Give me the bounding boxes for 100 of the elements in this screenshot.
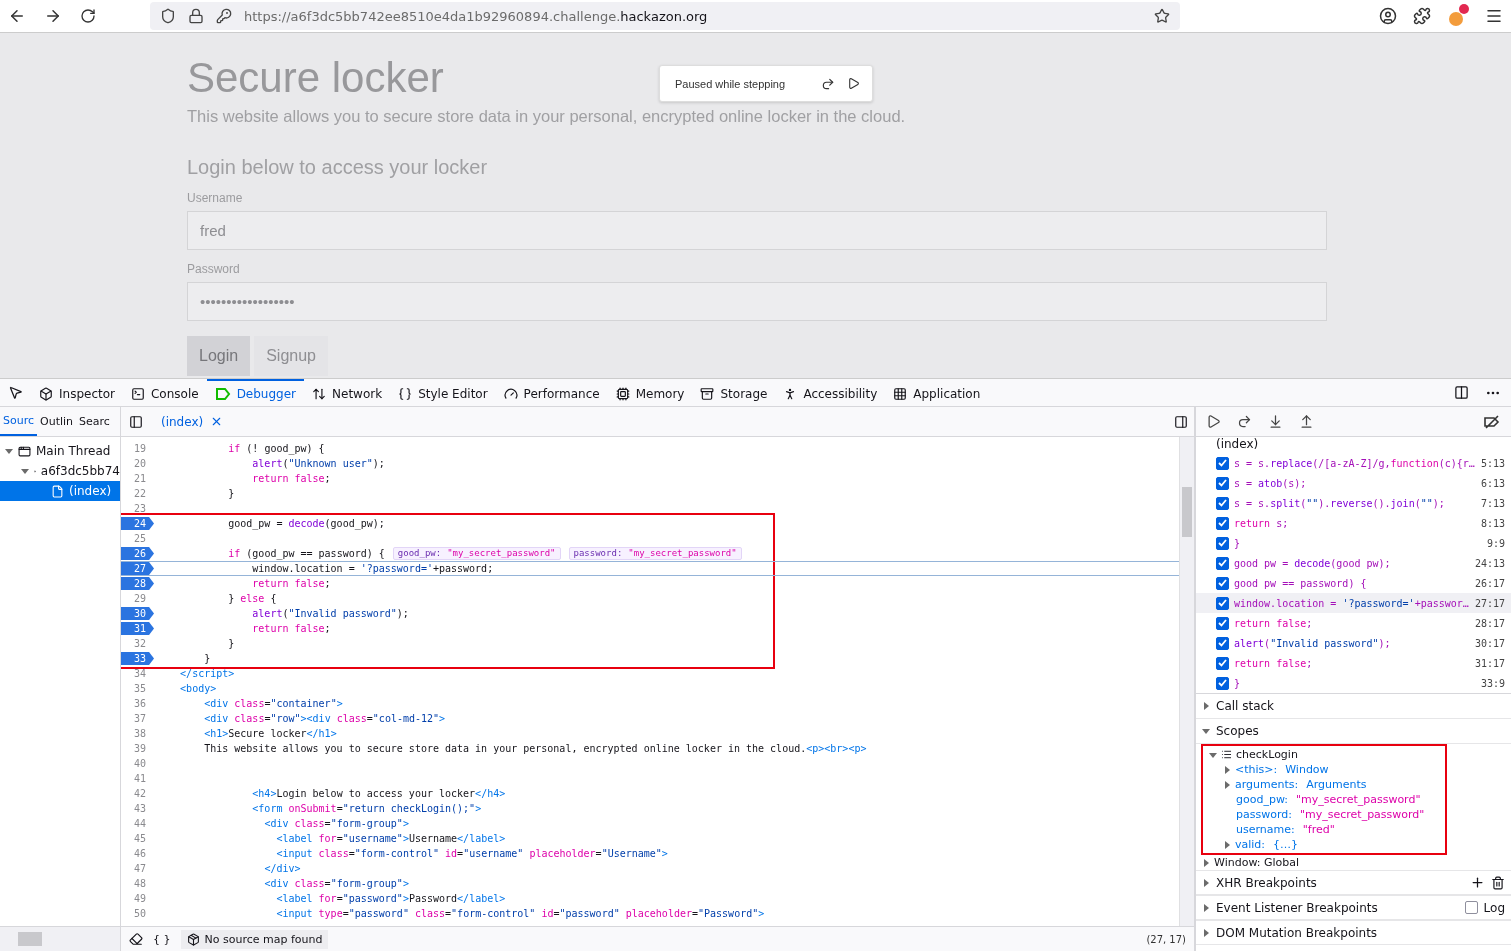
source-map-button[interactable]: No source map found bbox=[180, 929, 329, 949]
panel-header[interactable]: Event Listener Breakpoints Log bbox=[1196, 895, 1511, 920]
sources-tab[interactable]: Searc bbox=[76, 407, 113, 436]
breakpoint-item[interactable]: good_pw = decode(good_pw); 24:13 bbox=[1196, 553, 1511, 573]
sources-tab[interactable]: Sourc bbox=[0, 407, 37, 436]
resume-icon[interactable] bbox=[847, 77, 860, 90]
scope-variable[interactable]: arguments: Arguments bbox=[1203, 777, 1445, 792]
checkbox[interactable] bbox=[1216, 556, 1229, 570]
source-tree-item[interactable]: a6f3dc5bb74 bbox=[0, 461, 120, 481]
devtools-tab[interactable]: Memory bbox=[607, 379, 693, 406]
checkbox[interactable] bbox=[1216, 516, 1229, 530]
resume-icon[interactable] bbox=[1206, 414, 1221, 429]
panel-toggle-icon[interactable] bbox=[129, 414, 143, 429]
expand-arrow-icon[interactable] bbox=[1202, 858, 1210, 867]
breakpoint-item[interactable]: s = atob(s); 6:13 bbox=[1196, 473, 1511, 493]
expand-arrow-icon[interactable] bbox=[1202, 702, 1210, 710]
devtools-tab[interactable]: Network bbox=[304, 379, 391, 406]
expand-arrow-icon[interactable] bbox=[1202, 878, 1210, 887]
breakpoint-item[interactable]: return false; 31:17 bbox=[1196, 653, 1511, 673]
scope-variable[interactable]: valid: {…} bbox=[1203, 837, 1445, 852]
expand-arrow-icon[interactable] bbox=[1202, 928, 1210, 937]
breakpoint-item[interactable]: } 9:9 bbox=[1196, 533, 1511, 553]
scope-name[interactable]: Window: Global bbox=[1196, 855, 1511, 870]
expand-arrow-icon[interactable] bbox=[1202, 727, 1210, 735]
checkbox[interactable] bbox=[1216, 576, 1229, 590]
pretty-icon[interactable] bbox=[129, 932, 143, 946]
forward-icon[interactable] bbox=[44, 7, 62, 25]
breakpoint-marker[interactable]: 30 bbox=[121, 607, 154, 620]
expand-arrow-icon[interactable] bbox=[21, 467, 29, 475]
call-stack-header[interactable]: Call stack bbox=[1196, 694, 1511, 719]
devtools-tab[interactable]: Performance bbox=[495, 379, 608, 406]
scope-variable[interactable]: username: "fred" bbox=[1203, 822, 1445, 837]
breakpoint-item[interactable]: good_pw == password) { 26:17 bbox=[1196, 573, 1511, 593]
reload-icon[interactable] bbox=[80, 8, 96, 24]
menu-icon[interactable] bbox=[1485, 7, 1503, 25]
checkbox[interactable] bbox=[1216, 616, 1229, 630]
scopes-header[interactable]: Scopes bbox=[1196, 719, 1511, 744]
panel-toggle-icon[interactable] bbox=[1174, 414, 1188, 429]
checkbox[interactable] bbox=[1216, 536, 1229, 550]
breakpoint-item[interactable]: s = s.split("").reverse().join(""); 7:13 bbox=[1196, 493, 1511, 513]
scrollbar-thumb[interactable] bbox=[1182, 487, 1192, 537]
scrollbar-thumb[interactable] bbox=[18, 932, 42, 946]
checkbox[interactable] bbox=[1464, 901, 1478, 914]
editor-tab[interactable]: (index) bbox=[151, 407, 234, 436]
checkbox[interactable] bbox=[1216, 596, 1229, 610]
expand-arrow-icon[interactable] bbox=[1202, 903, 1210, 912]
star-icon[interactable] bbox=[1154, 8, 1170, 24]
expand-arrow-icon[interactable] bbox=[1223, 840, 1231, 849]
account-icon[interactable] bbox=[1379, 7, 1397, 25]
shield-icon[interactable] bbox=[160, 8, 176, 24]
devtools-tab[interactable]: Accessibility bbox=[775, 379, 886, 406]
devtools-tab[interactable]: Inspector bbox=[31, 379, 123, 406]
checkbox[interactable] bbox=[1216, 456, 1229, 470]
scope-variable[interactable]: good_pw: "my_secret_password" bbox=[1203, 792, 1445, 807]
scope-name[interactable]: checkLogin bbox=[1203, 747, 1445, 762]
expand-arrow-icon[interactable] bbox=[5, 447, 13, 455]
breakpoint-item[interactable]: } 33:9 bbox=[1196, 673, 1511, 693]
expand-arrow-icon[interactable] bbox=[1223, 765, 1231, 774]
back-icon[interactable] bbox=[8, 7, 26, 25]
breakpoint-item[interactable]: window.location = '?password='+passwor… 27:17 bbox=[1196, 593, 1511, 613]
key-icon[interactable] bbox=[216, 8, 232, 24]
deactivate-breakpoints-icon[interactable] bbox=[1483, 414, 1501, 429]
panel-header[interactable]: DOM Mutation Breakpoints bbox=[1196, 920, 1511, 945]
profile-icon[interactable] bbox=[1447, 4, 1469, 28]
lock-icon[interactable] bbox=[188, 8, 204, 24]
breakpoint-item[interactable]: s = s.replace(/[a-zA-Z]/g,function(c){r… 5:13 bbox=[1196, 453, 1511, 473]
devtools-tab[interactable]: Console bbox=[123, 379, 207, 406]
format-button[interactable]: { } bbox=[153, 932, 171, 946]
picker-icon[interactable] bbox=[8, 385, 23, 400]
breakpoint-item[interactable]: return s; 8:13 bbox=[1196, 513, 1511, 533]
add-icon[interactable] bbox=[1470, 875, 1485, 890]
breakpoint-marker[interactable]: 27 bbox=[121, 562, 154, 575]
checkbox[interactable] bbox=[1216, 476, 1229, 490]
step-over-icon[interactable] bbox=[1237, 414, 1252, 429]
checkbox[interactable] bbox=[1216, 636, 1229, 650]
breakpoint-marker[interactable]: 26 bbox=[121, 547, 154, 560]
expand-arrow-icon[interactable] bbox=[1209, 750, 1217, 759]
checkbox[interactable] bbox=[1216, 676, 1229, 690]
expand-arrow-icon[interactable] bbox=[1223, 780, 1231, 789]
checkbox[interactable] bbox=[1216, 656, 1229, 670]
puzzle-icon[interactable] bbox=[1413, 7, 1431, 25]
devtools-tab[interactable]: Application bbox=[885, 379, 989, 406]
checkbox[interactable] bbox=[1216, 496, 1229, 510]
source-tree-item[interactable]: (index) bbox=[0, 481, 120, 501]
scope-variable[interactable]: password: "my_secret_password" bbox=[1203, 807, 1445, 822]
breakpoint-item[interactable]: alert("Invalid password"); 30:17 bbox=[1196, 633, 1511, 653]
breakpoint-marker[interactable]: 24 bbox=[121, 517, 154, 530]
trash-icon[interactable] bbox=[1491, 875, 1505, 890]
step-in-icon[interactable] bbox=[1268, 414, 1283, 429]
breakpoint-marker[interactable]: 31 bbox=[121, 622, 154, 635]
address-bar[interactable]: https://a6f3dc5bb742ee8510e4da1b92960894.challenge.hackazon.org bbox=[150, 2, 1180, 30]
breakpoint-item[interactable]: return false; 28:17 bbox=[1196, 613, 1511, 633]
devtools-tab[interactable]: Style Editor bbox=[390, 379, 496, 406]
source-tree-item[interactable]: Main Thread bbox=[0, 441, 120, 461]
sources-tab[interactable]: Outlin bbox=[37, 407, 77, 436]
breakpoint-marker[interactable]: 28 bbox=[121, 577, 154, 590]
breakpoint-marker[interactable]: 33 bbox=[121, 652, 154, 665]
scope-variable[interactable]: <this>: Window bbox=[1203, 762, 1445, 777]
step-over-icon[interactable] bbox=[821, 76, 835, 91]
step-out-icon[interactable] bbox=[1299, 414, 1314, 429]
